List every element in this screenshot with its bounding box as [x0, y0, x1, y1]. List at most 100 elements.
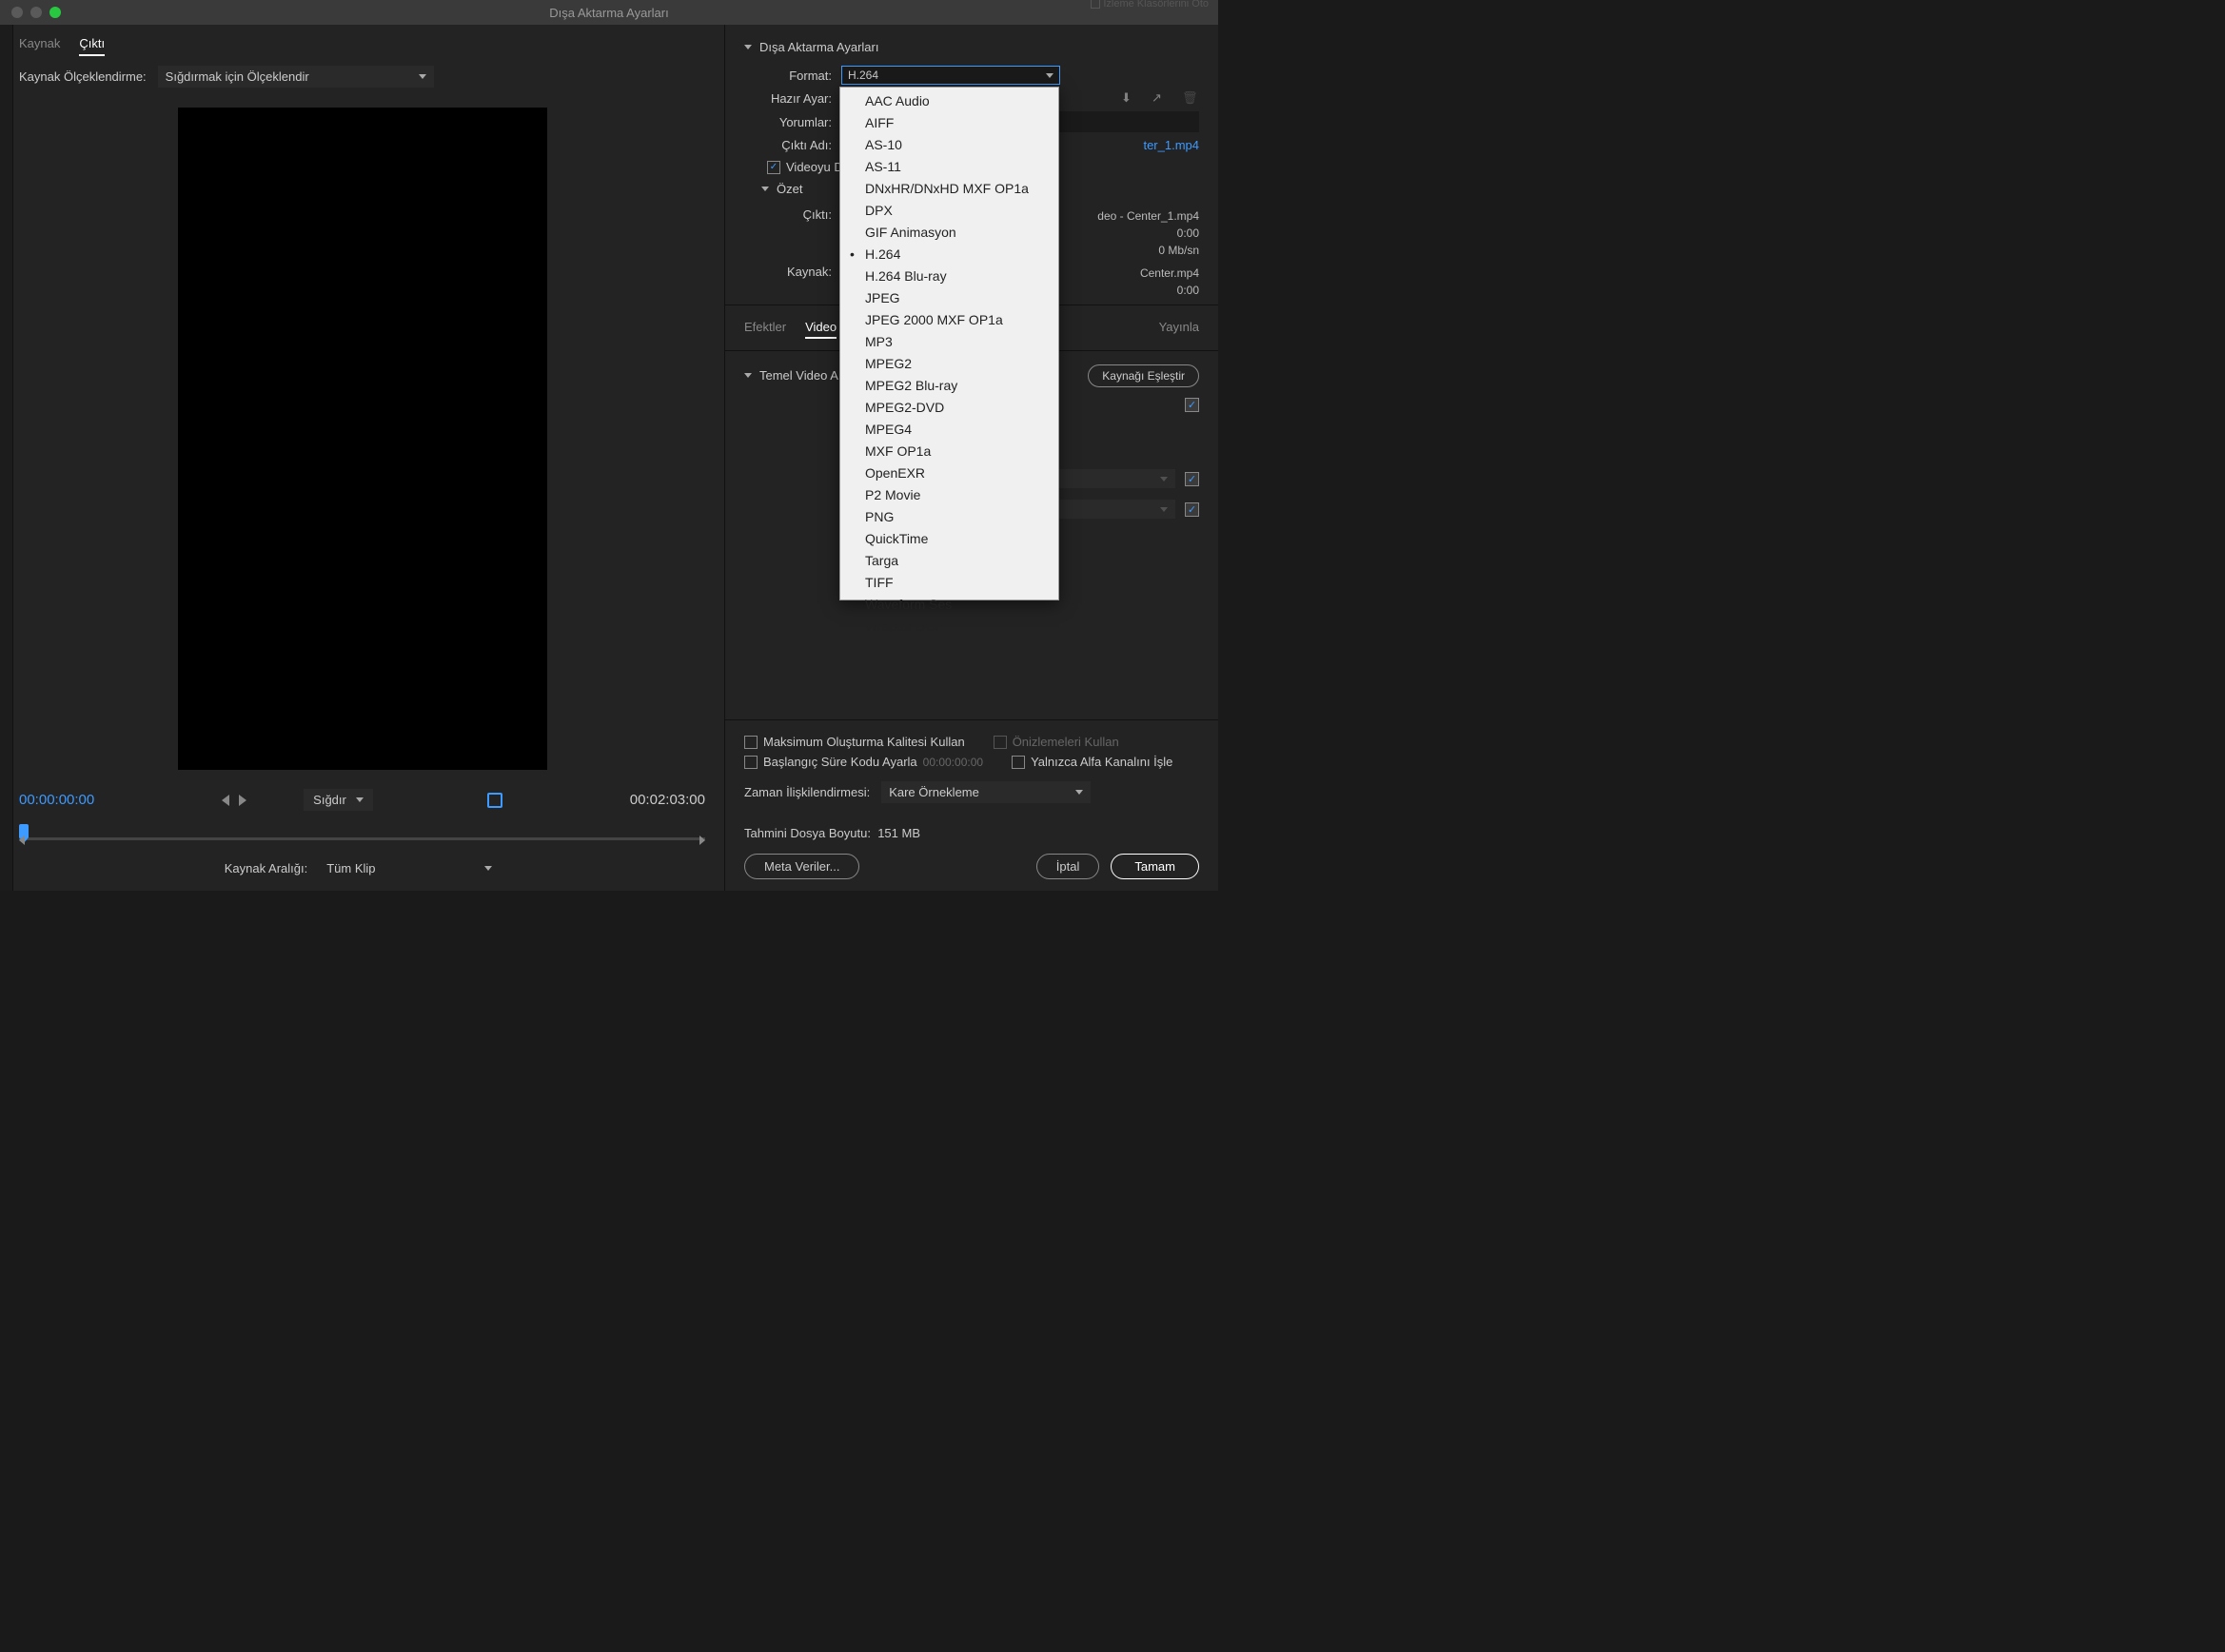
- step-back-icon[interactable]: [222, 795, 229, 806]
- format-option[interactable]: MP3: [840, 331, 1058, 353]
- format-option[interactable]: P2 Movie: [840, 484, 1058, 506]
- format-option[interactable]: MPEG2: [840, 353, 1058, 375]
- use-previews-label: Önizlemeleri Kullan: [1013, 735, 1119, 749]
- preset-label: Hazır Ayar:: [744, 91, 832, 106]
- scaling-label: Kaynak Ölçeklendirme:: [19, 69, 147, 84]
- source-range-select[interactable]: Tüm Klip: [319, 857, 500, 879]
- ok-button[interactable]: Tamam: [1111, 854, 1199, 879]
- title-bar: Dışa Aktarma Ayarları İzleme Klasörlerin…: [0, 0, 1218, 25]
- format-label: Format:: [744, 69, 832, 83]
- start-tc-label: Başlangıç Süre Kodu Ayarla: [763, 755, 917, 769]
- format-option[interactable]: MXF OP1a: [840, 441, 1058, 462]
- est-size-label: Tahmini Dosya Boyutu:: [744, 826, 871, 840]
- tab-output[interactable]: Çıktı: [79, 32, 105, 56]
- format-option[interactable]: Targa: [840, 550, 1058, 572]
- summary-title: Özet: [777, 182, 802, 196]
- window-title: Dışa Aktarma Ayarları: [549, 6, 668, 20]
- frame-rate-match-checkbox[interactable]: [1185, 472, 1199, 486]
- format-option[interactable]: AIFF: [840, 112, 1058, 134]
- format-option[interactable]: PNG: [840, 506, 1058, 528]
- format-option[interactable]: MPEG4: [840, 419, 1058, 441]
- format-option[interactable]: JPEG 2000 MXF OP1a: [840, 309, 1058, 331]
- fit-label: Sığdır: [313, 793, 346, 807]
- format-option[interactable]: Wraptor DCP: [840, 616, 1058, 638]
- scaling-value: Sığdırmak için Ölçeklendir: [166, 69, 309, 84]
- chevron-down-icon: [744, 45, 752, 49]
- chevron-down-icon: [356, 797, 364, 802]
- timecode-out: 00:02:03:00: [630, 792, 705, 808]
- time-interp-label: Zaman İlişkilendirmesi:: [744, 785, 870, 799]
- tab-publish[interactable]: Yayınla: [1159, 317, 1199, 339]
- cancel-button[interactable]: İptal: [1036, 854, 1100, 879]
- bottom-options: Maksimum Oluşturma Kalitesi Kullan Önizl…: [725, 719, 1218, 891]
- format-option[interactable]: AS-10: [840, 134, 1058, 156]
- maximize-window-icon[interactable]: [49, 7, 61, 18]
- format-select[interactable]: H.264: [841, 66, 1060, 85]
- summary-source-label: Kaynak:: [744, 265, 832, 279]
- chevron-down-icon: [1160, 477, 1168, 482]
- step-forward-icon[interactable]: [239, 795, 246, 806]
- match-all-checkbox[interactable]: [1185, 398, 1199, 412]
- tab-effects[interactable]: Efektler: [744, 317, 786, 339]
- alpha-only-checkbox[interactable]: [1012, 756, 1025, 769]
- format-option[interactable]: MPEG2 Blu-ray: [840, 375, 1058, 397]
- export-settings-header[interactable]: Dışa Aktarma Ayarları: [744, 34, 1199, 60]
- left-side-strip: [0, 25, 13, 891]
- format-option[interactable]: GIF Animasyon: [840, 222, 1058, 244]
- delete-preset-icon: [1182, 90, 1199, 106]
- format-option[interactable]: H.264 Blu-ray: [840, 266, 1058, 287]
- watch-folders-toggle: İzleme Klasörlerini Oto: [1091, 0, 1209, 10]
- max-quality-checkbox[interactable]: [744, 736, 758, 749]
- format-option[interactable]: AS-11: [840, 156, 1058, 178]
- start-tc-value: 00:00:00:00: [923, 756, 983, 769]
- alpha-only-label: Yalnızca Alfa Kanalını İşle: [1031, 755, 1172, 769]
- format-option[interactable]: AAC Audio: [840, 90, 1058, 112]
- use-previews-checkbox: [994, 736, 1007, 749]
- format-option[interactable]: MPEG2-DVD: [840, 397, 1058, 419]
- crop-output-icon[interactable]: [487, 793, 502, 808]
- format-option[interactable]: QuickTime: [840, 528, 1058, 550]
- format-option[interactable]: H.264: [840, 244, 1058, 266]
- timeline-track[interactable]: [19, 837, 705, 840]
- format-option[interactable]: DNxHR/DNxHD MXF OP1a: [840, 178, 1058, 200]
- field-order-match-checkbox[interactable]: [1185, 502, 1199, 517]
- export-video-label: Videoyu D: [786, 160, 843, 174]
- traffic-lights: [0, 7, 61, 18]
- start-tc-checkbox[interactable]: [744, 756, 758, 769]
- est-size-value: 151 MB: [877, 826, 920, 840]
- source-scaling-select[interactable]: Sığdırmak için Ölçeklendir: [158, 66, 434, 88]
- out-point-marker[interactable]: [699, 836, 705, 845]
- in-point-marker[interactable]: [19, 836, 25, 845]
- metadata-button[interactable]: Meta Veriler...: [744, 854, 859, 879]
- export-video-checkbox[interactable]: [767, 161, 780, 174]
- format-option[interactable]: TIFF: [840, 572, 1058, 594]
- output-name-label: Çıktı Adı:: [744, 138, 832, 152]
- format-dropdown-menu: AAC AudioAIFFAS-10AS-11DNxHR/DNxHD MXF O…: [839, 87, 1059, 600]
- settings-panel: Dışa Aktarma Ayarları Format: H.264 Hazı…: [725, 25, 1218, 891]
- time-interp-select[interactable]: Kare Örnekleme: [881, 781, 1091, 803]
- preview-area: [0, 97, 724, 779]
- format-option[interactable]: DPX: [840, 200, 1058, 222]
- close-window-icon[interactable]: [11, 7, 23, 18]
- chevron-down-icon: [1160, 507, 1168, 512]
- minimize-window-icon[interactable]: [30, 7, 42, 18]
- source-range-value: Tüm Klip: [326, 861, 375, 875]
- save-preset-icon[interactable]: [1121, 90, 1138, 106]
- chevron-down-icon: [1046, 73, 1053, 78]
- format-option[interactable]: Waveform Ses: [840, 594, 1058, 616]
- tab-source[interactable]: Kaynak: [19, 32, 60, 56]
- chevron-down-icon: [744, 373, 752, 378]
- import-preset-icon[interactable]: [1152, 90, 1169, 106]
- chevron-down-icon: [761, 187, 769, 191]
- tab-video[interactable]: Video: [805, 317, 837, 339]
- chevron-down-icon: [419, 74, 426, 79]
- format-option[interactable]: JPEG: [840, 287, 1058, 309]
- zoom-fit-select[interactable]: Sığdır: [304, 789, 373, 811]
- timecode-in[interactable]: 00:00:00:00: [19, 792, 94, 808]
- match-source-button[interactable]: Kaynağı Eşleştir: [1088, 364, 1199, 387]
- time-interp-value: Kare Örnekleme: [889, 785, 979, 799]
- comments-label: Yorumlar:: [744, 115, 832, 129]
- format-option[interactable]: OpenEXR: [840, 462, 1058, 484]
- video-preview[interactable]: [178, 108, 547, 770]
- basic-video-header[interactable]: Temel Video A: [744, 363, 838, 388]
